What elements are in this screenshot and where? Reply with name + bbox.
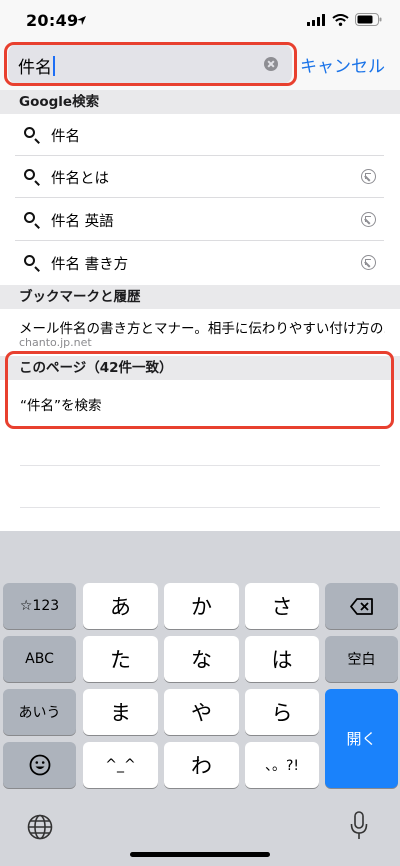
location-arrow-icon [77, 16, 86, 25]
key-sa[interactable]: さ [245, 583, 319, 629]
key-abc[interactable]: ABC [3, 636, 76, 682]
space-key[interactable]: 空白 [325, 636, 398, 682]
key-ra[interactable]: ら [245, 689, 319, 735]
search-icon [24, 127, 35, 138]
suggestion-row[interactable]: 件名とは [0, 156, 400, 198]
microphone-icon[interactable] [350, 811, 368, 841]
delete-key[interactable] [325, 583, 398, 629]
fill-query-arrow-icon[interactable] [361, 212, 376, 227]
suggestion-row[interactable]: 件名 書き方 [0, 242, 400, 284]
search-header: 件名 キャンセル [0, 42, 400, 90]
key-a[interactable]: あ [83, 583, 158, 629]
suggestion-label: 件名 [51, 129, 80, 145]
key-kana[interactable]: あいう [3, 689, 76, 735]
key-na[interactable]: な [164, 636, 239, 682]
delete-icon [349, 597, 373, 615]
divider [20, 507, 380, 508]
search-field-highlight [4, 42, 297, 86]
key-ma[interactable]: ま [83, 689, 158, 735]
suggestion-row[interactable]: 件名 [0, 114, 400, 156]
search-icon [24, 255, 35, 266]
key-kaomoji[interactable]: ^_^ [83, 742, 158, 788]
key-ha[interactable]: は [245, 636, 319, 682]
section-header-google: Google検索 [0, 90, 400, 114]
key-numbers[interactable]: ☆123 [3, 583, 76, 629]
cancel-button[interactable]: キャンセル [300, 52, 385, 77]
find-on-page-highlight [5, 351, 394, 429]
status-time: 20:49 [26, 11, 79, 30]
suggestion-label: 件名 書き方 [51, 257, 129, 273]
fill-query-arrow-icon[interactable] [361, 255, 376, 270]
battery-icon [355, 13, 382, 26]
return-key[interactable]: 開く [325, 689, 398, 788]
wifi-icon [332, 13, 349, 26]
search-icon [24, 169, 35, 180]
home-indicator [130, 852, 270, 857]
globe-icon[interactable] [27, 814, 53, 840]
cellular-signal-icon [307, 13, 325, 26]
bookmark-title: メール件名の書き方とマナー。相手に伝わりやすい付け方の… [19, 321, 385, 337]
search-icon [24, 212, 35, 223]
key-ka[interactable]: か [164, 583, 239, 629]
bookmark-row[interactable]: メール件名の書き方とマナー。相手に伝わりやすい付け方の… chanto.jp.n… [0, 309, 400, 354]
suggestion-label: 件名 英語 [51, 214, 114, 230]
bookmark-url: chanto.jp.net [19, 336, 92, 349]
divider [20, 465, 380, 466]
key-ya[interactable]: や [164, 689, 239, 735]
suggestion-row[interactable]: 件名 英語 [0, 199, 400, 241]
status-bar: 20:49 [0, 0, 400, 42]
fill-query-arrow-icon[interactable] [361, 169, 376, 184]
key-ta[interactable]: た [83, 636, 158, 682]
key-punctuation[interactable]: 、。?! [245, 742, 319, 788]
emoji-key[interactable] [3, 742, 76, 788]
suggestion-label: 件名とは [51, 171, 109, 187]
section-header-bookmarks: ブックマークと履歴 [0, 285, 400, 309]
keyboard: ☆123 あ か さ ABC た な は 空白 あいう ま や ら 開く ^_^… [0, 531, 400, 866]
key-wa[interactable]: わ [164, 742, 239, 788]
emoji-icon [29, 754, 50, 776]
